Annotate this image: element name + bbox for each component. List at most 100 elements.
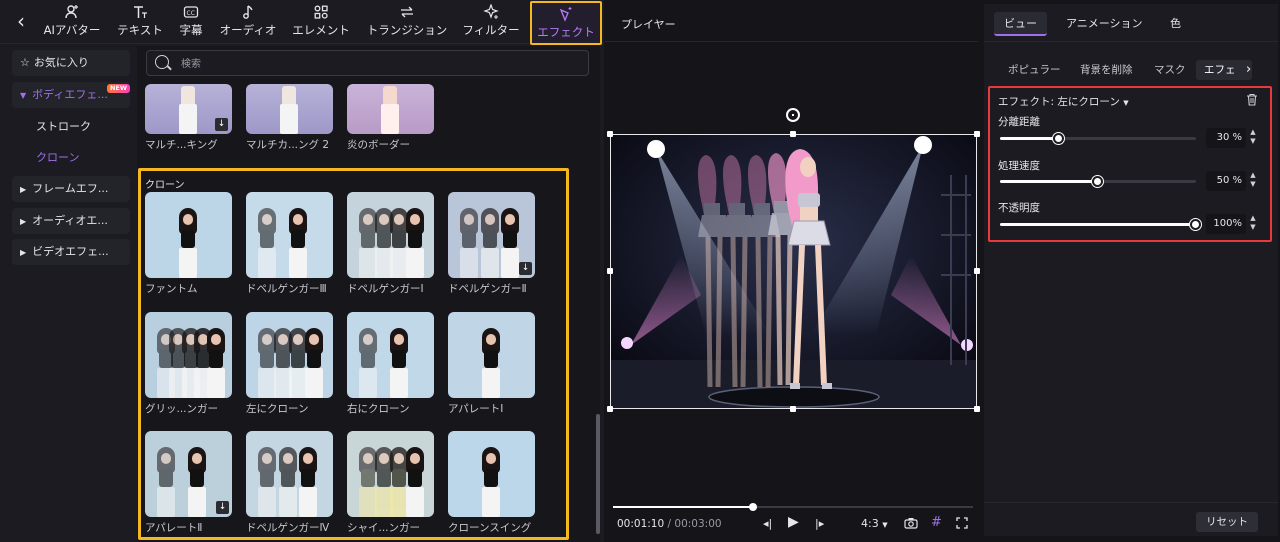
slider-knob[interactable] [1052, 133, 1064, 144]
effect-settings-box: エフェクト: 左にクローン ▼ 分離距離 30 % ▲ ▼ 処理速度 50 % ▲… [988, 86, 1272, 242]
rotate-handle-icon[interactable] [786, 108, 800, 122]
tool-ai-avatar[interactable]: AIアバター [42, 4, 102, 42]
sidebar-item-video-effects[interactable]: ▶ ビデオエフェ... [12, 239, 130, 265]
tool-effect[interactable]: エフェクト [530, 1, 602, 45]
figure-image [303, 328, 325, 398]
separation-value-field[interactable]: 30 % [1206, 128, 1246, 148]
figure-image [357, 328, 379, 398]
chevron-right-icon[interactable]: › [1238, 60, 1259, 80]
sidebar-item-audio-effects[interactable]: ▶ オーディオエ... [12, 208, 130, 234]
effect-card[interactable]: 右にクローン [347, 312, 435, 416]
toolbar: ‹ AIアバター テキスト CC 字幕 オーディオ エレメント トランジション … [0, 0, 604, 45]
tool-elements[interactable]: エレメント [292, 4, 350, 42]
tool-text[interactable]: テキスト [114, 4, 166, 42]
fullscreen-icon[interactable] [956, 517, 968, 532]
tool-caption[interactable]: CC 字幕 [176, 4, 206, 42]
download-icon[interactable]: ↓ [216, 501, 229, 514]
param-label-speed: 処理速度 [998, 160, 1040, 172]
tool-label: フィルター [462, 23, 520, 37]
search-box[interactable] [146, 50, 589, 76]
back-icon[interactable]: ‹ [10, 10, 32, 34]
prev-frame-icon[interactable]: ◂| [763, 517, 772, 530]
stepper-arrows-icon[interactable]: ▲ ▼ [1248, 171, 1258, 191]
effect-thumbnail [246, 84, 333, 134]
aspect-ratio-select[interactable]: 4:3 ▼ [861, 517, 888, 530]
figure-image [379, 86, 401, 134]
effect-card[interactable]: ドペルゲンガーⅠ [347, 192, 435, 296]
effect-card-flame-border[interactable]: 炎のボーダー [347, 84, 435, 152]
resize-handle[interactable] [790, 131, 796, 137]
reset-button[interactable]: リセット [1196, 512, 1258, 532]
resize-handle[interactable] [974, 131, 980, 137]
download-icon[interactable]: ↓ [215, 118, 228, 131]
effect-caption: グリッ...ンガー [145, 403, 219, 415]
play-icon[interactable]: ▶ [788, 514, 799, 530]
effect-card[interactable]: ↓ ドペルゲンガーⅡ [448, 192, 536, 296]
effect-category-sidebar: ☆ お気に入り ▼ ボディエフェ... NEW ストローク クローン ▶ フレームエフ… [0, 46, 136, 542]
slider-knob[interactable] [1190, 219, 1201, 230]
figure-image [480, 447, 502, 517]
search-input[interactable] [181, 55, 561, 73]
tool-audio[interactable]: オーディオ [218, 4, 278, 42]
sidebar-item-favorites[interactable]: ☆ お気に入り [12, 50, 130, 76]
total-time: 00:03:00 [674, 518, 722, 530]
resize-handle[interactable] [607, 406, 613, 412]
effect-card[interactable]: ドペルゲンガーⅢ [246, 192, 334, 296]
effect-card[interactable]: グリッ...ンガー [145, 312, 233, 416]
resize-handle[interactable] [974, 268, 980, 274]
effect-card[interactable]: ファントム [145, 192, 233, 296]
trash-icon[interactable] [1246, 93, 1258, 106]
tool-label: 字幕 [179, 23, 203, 37]
effect-title-dropdown[interactable]: エフェクト: 左にクローン ▼ [998, 94, 1129, 109]
sidebar-item-frame-effects[interactable]: ▶ フレームエフ... [12, 176, 130, 202]
effect-card[interactable]: シャイ...ンガー [347, 431, 435, 535]
figure-image [458, 208, 480, 278]
snapshot-camera-icon[interactable] [904, 517, 918, 532]
slider-opacity[interactable] [1000, 219, 1201, 230]
person-plus-icon [42, 4, 102, 22]
sidebar-item-label: ビデオエフェ... [32, 245, 109, 258]
effect-card[interactable]: 左にクローン [246, 312, 334, 416]
timeline-playhead[interactable] [749, 503, 758, 511]
sidebar-item-clone[interactable]: クローン [12, 145, 130, 171]
effect-card[interactable]: ↓ アパレートⅡ [145, 431, 233, 535]
sidebar-item-label: フレームエフ... [32, 182, 109, 195]
tool-filter[interactable]: フィルター [462, 3, 520, 42]
subtab-mask[interactable]: マスク [1146, 60, 1194, 80]
tab-animation[interactable]: アニメーション [1056, 12, 1153, 36]
resize-handle[interactable] [790, 406, 796, 412]
sidebar-item-body-effects[interactable]: ▼ ボディエフェ... NEW [12, 82, 130, 108]
download-icon[interactable]: ↓ [519, 262, 532, 275]
effect-card-multi-camera[interactable]: マルチカ...ング 2 [246, 84, 334, 152]
stepper-arrows-icon[interactable]: ▲ ▼ [1248, 128, 1258, 148]
left-panel: ‹ AIアバター テキスト CC 字幕 オーディオ エレメント トランジション … [0, 0, 604, 542]
tool-transition[interactable]: トランジション [366, 4, 448, 42]
sidebar-item-stroke[interactable]: ストローク [12, 114, 130, 140]
effect-card[interactable]: クローンスイング [448, 431, 536, 535]
opacity-value-field[interactable]: 100% [1206, 214, 1246, 234]
subtab-remove-background[interactable]: 背景を削除 [1072, 60, 1141, 80]
stepper-arrows-icon[interactable]: ▲ ▼ [1248, 214, 1258, 234]
grid-icon[interactable]: # [931, 515, 942, 530]
tab-color[interactable]: 色 [1160, 12, 1191, 36]
resize-handle[interactable] [974, 406, 980, 412]
scrollbar[interactable] [596, 414, 600, 534]
caption-icon: CC [176, 4, 206, 22]
video-preview[interactable] [610, 134, 977, 409]
playback-timeline[interactable] [613, 503, 973, 511]
effect-caption: マルチカ...ング 2 [246, 139, 330, 151]
speed-value-field[interactable]: 50 % [1206, 171, 1246, 191]
resize-handle[interactable] [607, 268, 613, 274]
slider-speed[interactable] [1000, 176, 1196, 187]
next-frame-icon[interactable]: |▸ [815, 517, 824, 530]
figure-image [177, 86, 199, 134]
slider-knob[interactable] [1092, 176, 1103, 187]
resize-handle[interactable] [607, 131, 613, 137]
effect-caption: マルチ...キング [145, 139, 218, 151]
sparkle-icon [462, 3, 520, 22]
effect-card[interactable]: アパレートⅠ [448, 312, 536, 416]
subtab-popular[interactable]: ポピュラー [1000, 60, 1069, 80]
tab-view[interactable]: ビュー [994, 12, 1047, 36]
effect-card[interactable]: ドペルゲンガーⅣ [246, 431, 334, 535]
slider-separation[interactable] [1000, 133, 1196, 144]
